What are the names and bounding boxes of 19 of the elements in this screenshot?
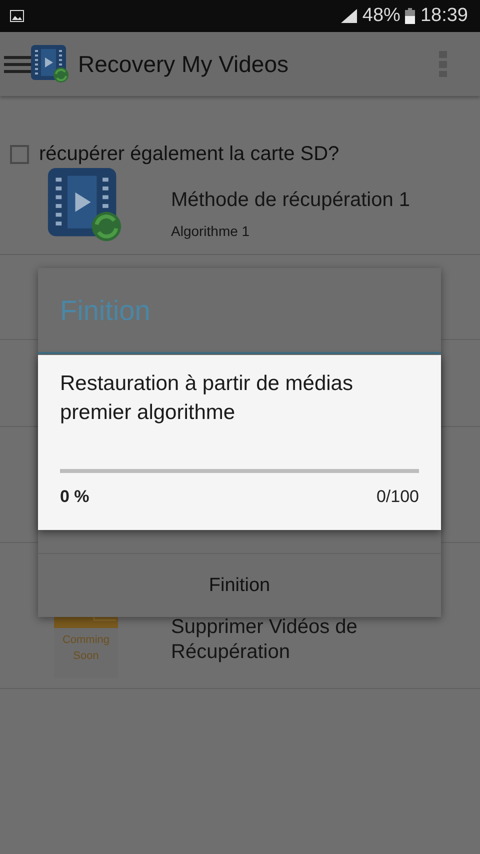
app-title: Recovery My Videos [78, 50, 288, 78]
method-subtitle: Algorithme 1 [171, 223, 251, 239]
finish-button[interactable]: Finition [38, 553, 441, 617]
app-logo-icon [30, 44, 70, 84]
clock: 18:39 [420, 5, 468, 27]
checkbox[interactable] [10, 144, 29, 164]
checkbox-label: récupérer également la carte SD? [39, 142, 340, 166]
progress-message: Restauration à partir de médias premier algorithme [60, 371, 354, 426]
battery-percent: 48% [362, 5, 400, 27]
picture-icon [10, 10, 24, 22]
progress-count: 0/100 [376, 487, 419, 507]
menu-icon [4, 53, 32, 75]
method-title: Méthode de récupération 1 [171, 188, 412, 213]
video-recovery-icon [46, 166, 124, 244]
method-title: Supprimer Vidéos de Récupération [171, 615, 358, 665]
progress-percent: 0 % [60, 487, 90, 507]
coming-soon-label: Comming Soon [61, 633, 111, 664]
battery-icon [405, 8, 416, 24]
signal-icon [341, 9, 358, 23]
